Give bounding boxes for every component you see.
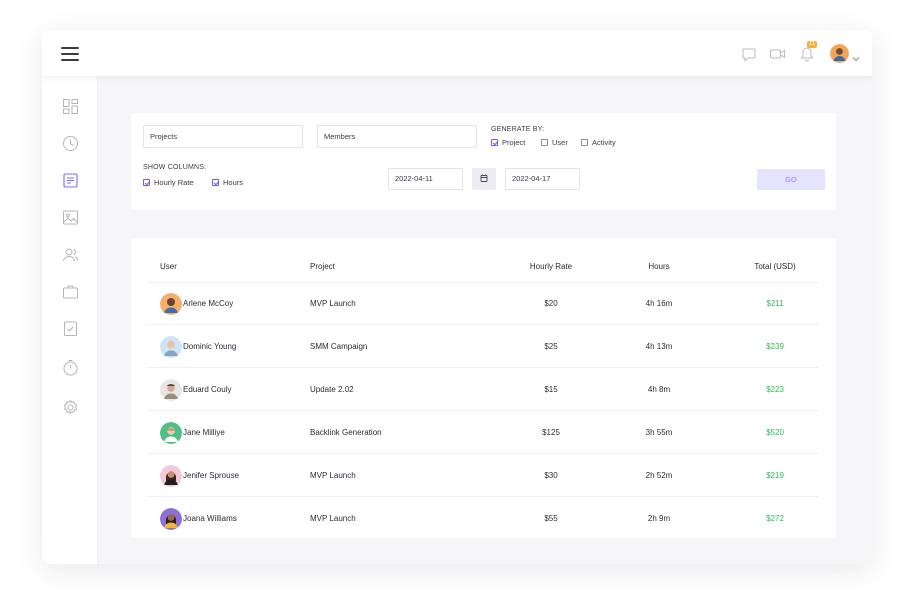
video-icon[interactable] — [769, 45, 787, 63]
checkbox-checked-icon — [212, 179, 219, 186]
date-to-input[interactable]: 2022-04-17 — [505, 168, 580, 190]
checkbox-label: Activity — [592, 138, 616, 147]
total-value: $223 — [766, 385, 784, 394]
project-name: Update 2.02 — [310, 385, 354, 394]
report-table: User Project Hourly Rate Hours Total (US… — [131, 238, 836, 538]
generate-activity-checkbox[interactable]: Activity — [581, 138, 616, 147]
project-name: MVP Launch — [310, 299, 356, 308]
total-value: $211 — [766, 299, 784, 308]
table-row[interactable]: Eduard Couly Update 2.02 $15 4h 8m $223 — [147, 369, 818, 411]
generate-by-label: GENERATE BY: — [491, 126, 545, 133]
avatar — [160, 293, 182, 315]
generate-project-checkbox[interactable]: Project — [491, 138, 525, 147]
total-value: $272 — [766, 514, 784, 523]
app-window: 11 Projects Members GENERATE BY: Project… — [42, 30, 872, 564]
show-columns-label: SHOW COLUMNS: — [143, 164, 207, 171]
go-button[interactable]: GO — [757, 169, 825, 190]
notification-badge: 11 — [807, 40, 818, 48]
user-name: Dominic Young — [183, 342, 237, 351]
hours-value: 2h 52m — [645, 471, 673, 480]
filter-panel: Projects Members GENERATE BY: Project Us… — [131, 113, 836, 210]
checkbox-label: User — [552, 138, 568, 147]
avatar — [160, 508, 182, 530]
gear-icon[interactable] — [62, 399, 79, 416]
projects-select[interactable]: Projects — [143, 125, 303, 148]
hours-value: 4h 8m — [647, 385, 671, 394]
table-row[interactable]: Dominic Young SMM Campaign $25 4h 13m $2… — [147, 326, 818, 368]
checkbox-label: Hourly Rate — [154, 178, 194, 187]
checkbox-checked-icon — [143, 179, 150, 186]
avatar — [160, 465, 182, 487]
hourly-rate: $30 — [544, 471, 558, 480]
checkbox-label: Project — [502, 138, 526, 147]
hours-value: 4h 13m — [645, 342, 673, 351]
dashboard-icon[interactable] — [62, 98, 79, 115]
hours-value: 2h 9m — [647, 514, 671, 523]
hourly-rate: $25 — [544, 342, 558, 351]
date-from-input[interactable]: 2022-04-11 — [388, 168, 463, 190]
column-hours-checkbox[interactable]: Hours — [212, 178, 243, 187]
hourly-rate: $15 — [544, 385, 558, 394]
clock-icon[interactable] — [62, 135, 79, 152]
table-row[interactable]: Jane Milliye Backlink Generation $125 3h… — [147, 412, 818, 454]
users-icon[interactable] — [62, 246, 79, 263]
top-bar-actions: 11 — [729, 40, 860, 63]
column-hourly-rate-checkbox[interactable]: Hourly Rate — [143, 178, 194, 187]
user-name: Joana Williams — [183, 514, 237, 523]
checkbox-label: Hours — [223, 178, 244, 187]
total-value: $239 — [766, 342, 784, 351]
calendar-button[interactable] — [472, 168, 496, 190]
column-header-total[interactable]: Total (USD) — [735, 262, 815, 271]
user-name: Jane Milliye — [183, 428, 225, 437]
project-name: MVP Launch — [310, 514, 356, 523]
project-name: Backlink Generation — [310, 428, 382, 437]
user-name: Eduard Couly — [183, 385, 232, 394]
column-header-project[interactable]: Project — [310, 262, 335, 271]
top-bar: 11 — [42, 30, 872, 76]
hourly-rate: $20 — [544, 299, 558, 308]
total-value: $520 — [766, 428, 784, 437]
briefcase-icon[interactable] — [62, 283, 79, 300]
members-select[interactable]: Members — [317, 125, 477, 148]
timer-icon[interactable] — [62, 359, 79, 376]
avatar — [160, 422, 182, 444]
checkbox-unchecked-icon — [581, 139, 588, 146]
total-value: $219 — [766, 471, 784, 480]
column-header-hourly-rate[interactable]: Hourly Rate — [511, 262, 591, 271]
main-content: Projects Members GENERATE BY: Project Us… — [98, 76, 872, 564]
chevron-down-icon[interactable] — [852, 50, 860, 61]
table-row[interactable]: Jenifer Sprouse MVP Launch $30 2h 52m $2… — [147, 455, 818, 497]
calendar-icon — [480, 174, 488, 182]
user-name: Jenifer Sprouse — [183, 471, 240, 480]
chat-icon[interactable] — [740, 45, 758, 63]
project-name: SMM Campaign — [310, 342, 368, 351]
report-icon[interactable] — [62, 172, 79, 189]
generate-user-checkbox[interactable]: User — [541, 138, 568, 147]
sidebar — [42, 76, 98, 564]
checklist-icon[interactable] — [62, 320, 79, 337]
hours-value: 4h 16m — [645, 299, 673, 308]
image-icon[interactable] — [62, 209, 79, 226]
user-avatar[interactable] — [830, 44, 849, 63]
table-row[interactable]: Joana Williams MVP Launch $55 2h 9m $272 — [147, 498, 818, 540]
hours-value: 3h 55m — [645, 428, 673, 437]
menu-icon[interactable] — [61, 47, 79, 61]
checkbox-checked-icon — [491, 139, 498, 146]
bell-icon[interactable]: 11 — [798, 40, 818, 63]
project-name: MVP Launch — [310, 471, 356, 480]
column-header-user[interactable]: User — [160, 262, 177, 271]
table-row[interactable]: Arlene McCoy MVP Launch $20 4h 16m $211 — [147, 283, 818, 325]
avatar — [160, 336, 182, 358]
column-header-hours[interactable]: Hours — [619, 262, 699, 271]
avatar — [160, 379, 182, 401]
user-name: Arlene McCoy — [183, 299, 234, 308]
hourly-rate: $125 — [542, 428, 560, 437]
checkbox-unchecked-icon — [541, 139, 548, 146]
hourly-rate: $55 — [544, 514, 558, 523]
